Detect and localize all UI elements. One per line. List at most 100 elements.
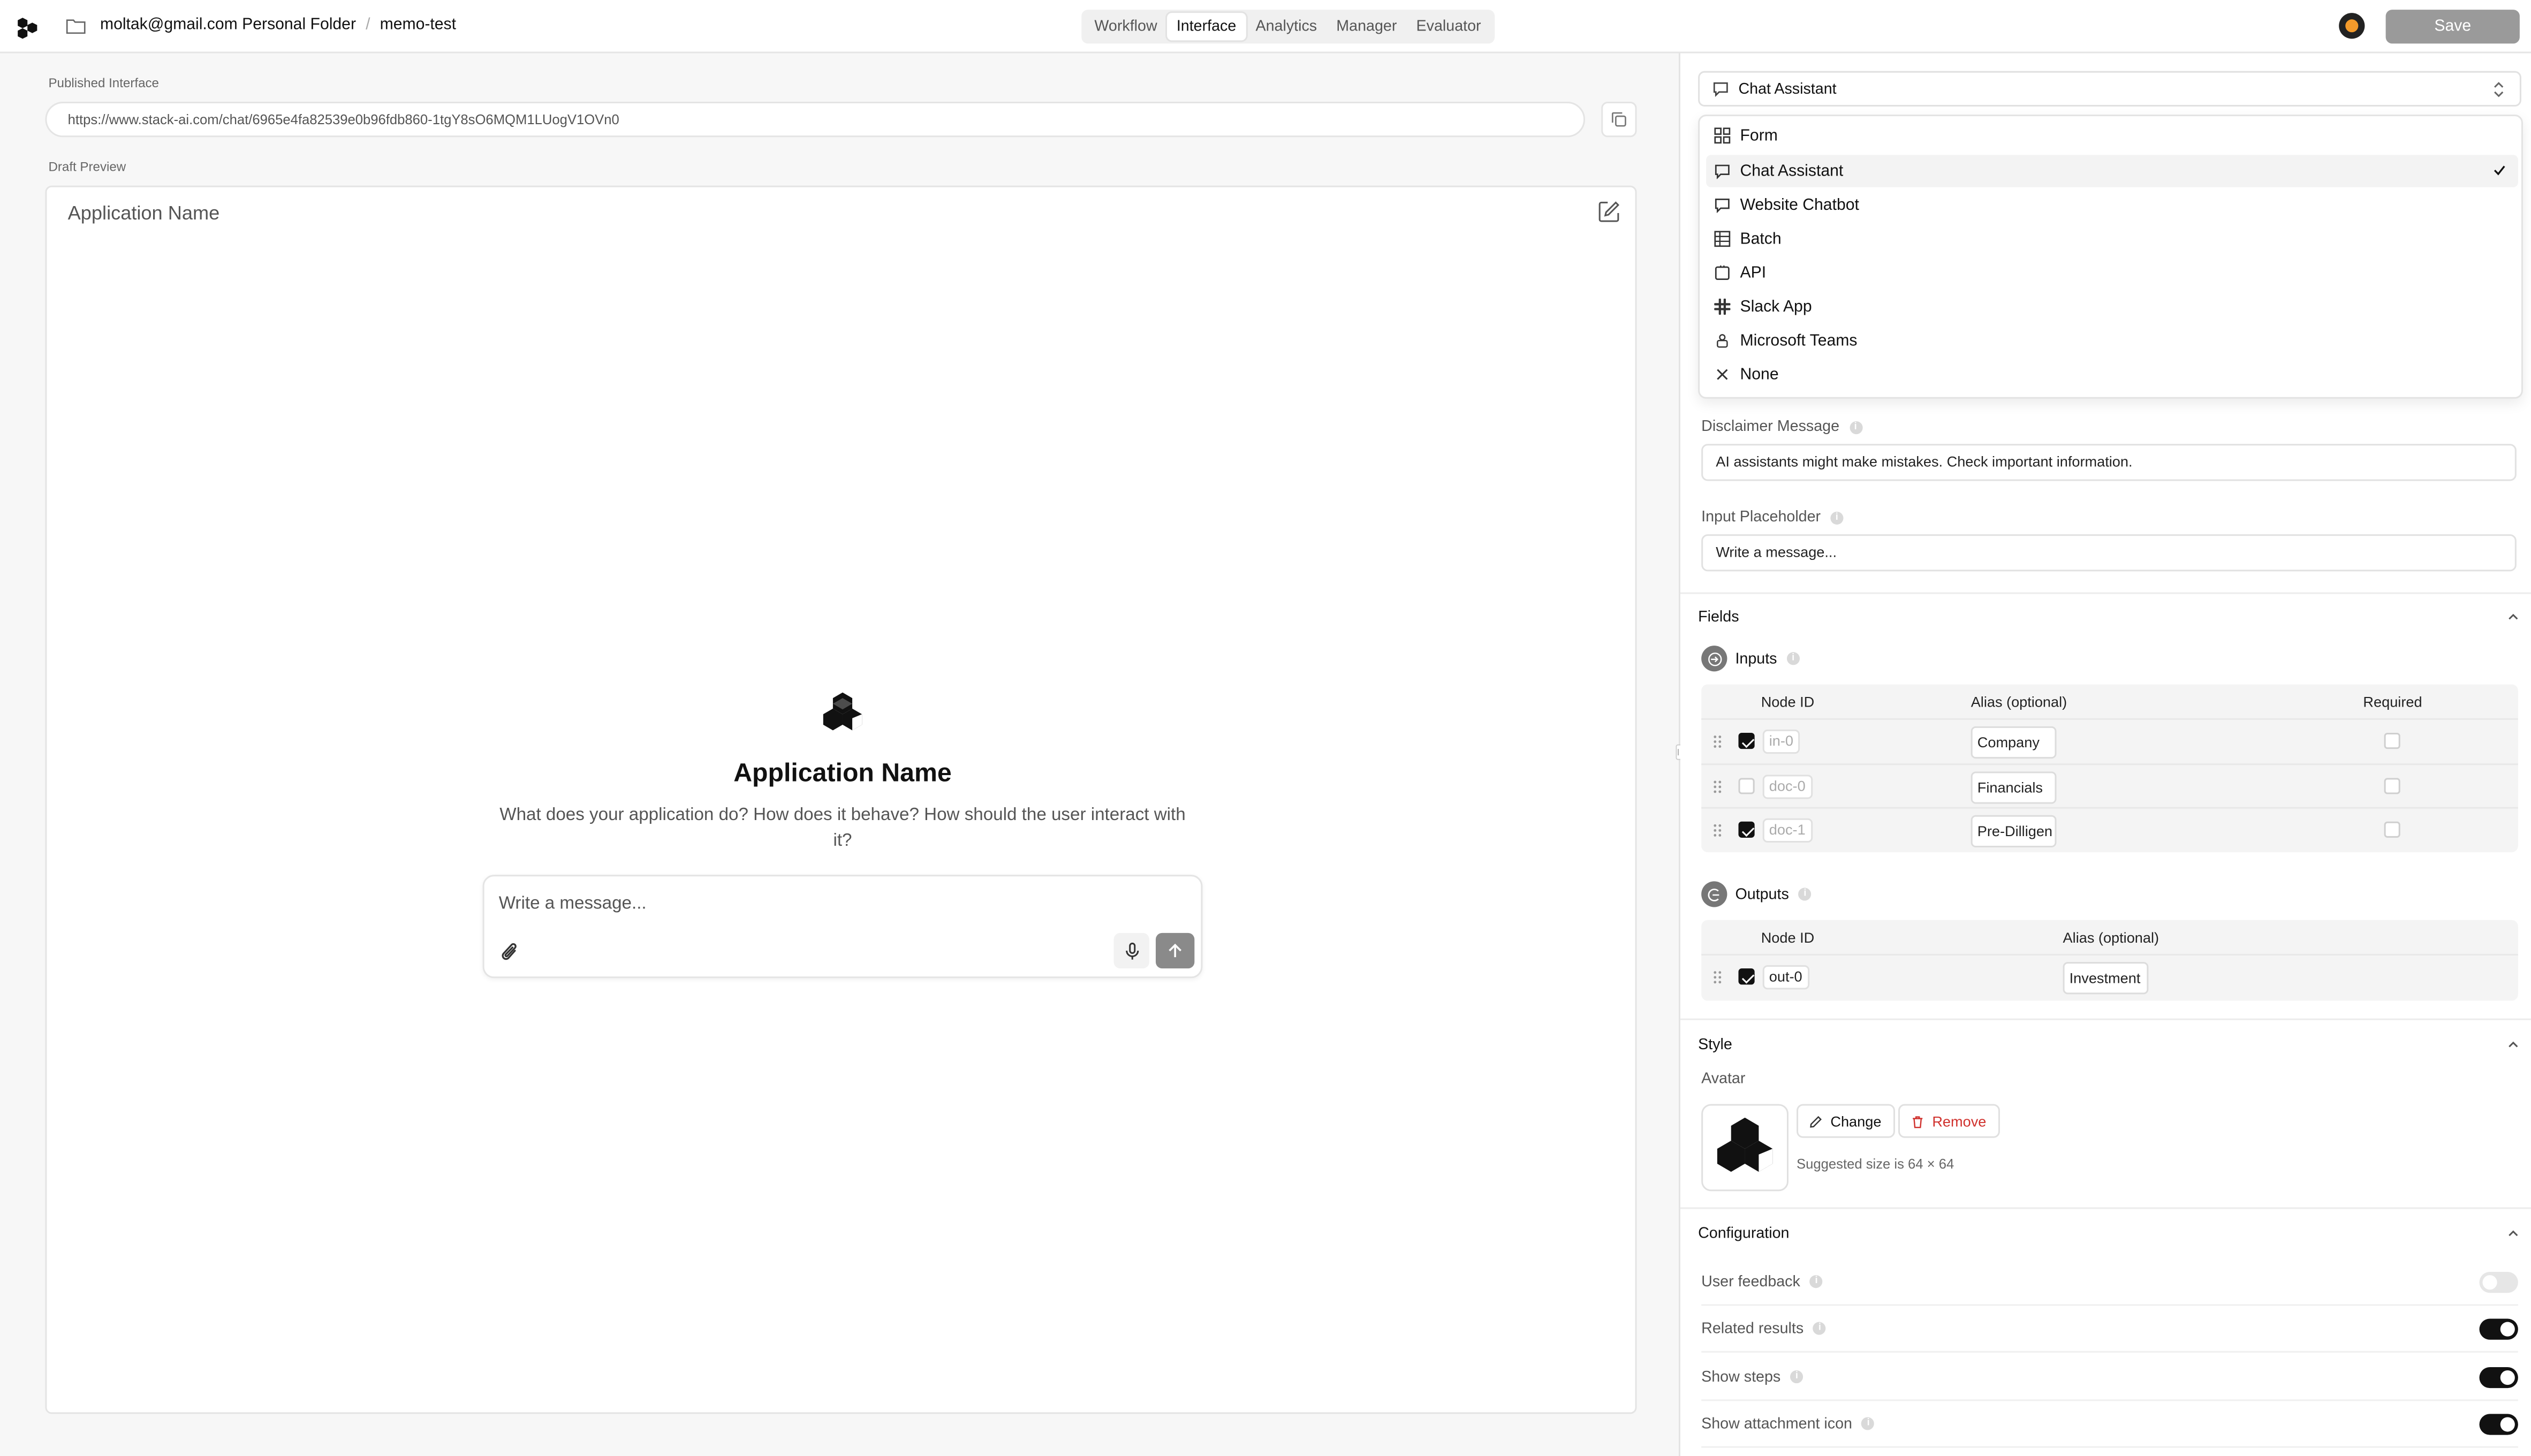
inputs-title-text: Inputs (1735, 649, 1777, 668)
info-icon[interactable]: i (1862, 1417, 1875, 1430)
info-icon[interactable]: i (1809, 1275, 1823, 1288)
menu-item-website-chatbot[interactable]: Website Chatbot (1706, 189, 2518, 221)
drag-handle-icon[interactable] (1712, 734, 1722, 749)
inputs-header-required: Required (2363, 694, 2422, 710)
inputs-header-alias: Alias (optional) (1971, 694, 2067, 710)
menu-item-microsoft-teams[interactable]: Microsoft Teams (1706, 324, 2518, 357)
show-steps-toggle[interactable] (2479, 1367, 2518, 1389)
save-button[interactable]: Save (2385, 10, 2520, 44)
menu-item-form[interactable]: Form (1706, 119, 2518, 151)
app-description: What does your application do? How does … (499, 805, 1186, 851)
required-checkbox[interactable] (2384, 778, 2400, 794)
inputs-table: Node ID Alias (optional) Required in-0 C… (1701, 684, 2518, 853)
menu-item-slack-app[interactable]: Slack App (1706, 291, 2518, 323)
info-icon[interactable]: i (1849, 420, 1862, 434)
menu-item-batch[interactable]: Batch (1706, 223, 2518, 255)
config-label: Show steps (1701, 1368, 1781, 1386)
tab-analytics[interactable]: Analytics (1246, 13, 1327, 40)
configuration-section-title[interactable]: Configuration (1698, 1225, 1789, 1243)
menu-item-api[interactable]: API (1706, 256, 2518, 289)
tab-evaluator[interactable]: Evaluator (1406, 13, 1490, 40)
user-feedback-toggle[interactable] (2479, 1272, 2518, 1293)
suggested-size-hint: Suggested size is 64 × 64 (1797, 1155, 1954, 1172)
drag-handle-icon[interactable] (1712, 779, 1722, 794)
pencil-icon (1810, 1115, 1822, 1127)
config-row-user-feedback: User feedback i (1701, 1259, 2518, 1306)
stack-logo-icon[interactable] (14, 14, 40, 40)
slack-icon (1714, 298, 1731, 315)
alias-input[interactable]: Financials (1971, 771, 2057, 804)
microphone-icon (1125, 942, 1138, 959)
alias-input[interactable]: Pre-Dilligen (1971, 815, 2057, 848)
outputs-header-alias: Alias (optional) (2063, 929, 2159, 946)
user-avatar[interactable] (2339, 13, 2365, 39)
tab-manager[interactable]: Manager (1327, 13, 1406, 40)
copy-url-button[interactable] (1601, 101, 1637, 138)
row-enable-checkbox[interactable] (1738, 821, 1755, 838)
node-id: doc-1 (1762, 818, 1812, 843)
disclaimer-input[interactable]: AI assistants might make mistakes. Check… (1701, 444, 2517, 481)
chevron-up-icon[interactable] (2507, 1228, 2520, 1238)
node-id: out-0 (1762, 965, 1809, 990)
change-label: Change (1830, 1113, 1882, 1129)
required-checkbox[interactable] (2384, 821, 2400, 838)
input-placeholder-label-text: Input Placeholder (1701, 508, 1821, 526)
app-logo-icon (823, 692, 862, 731)
drag-handle-icon[interactable] (1712, 970, 1722, 984)
input-placeholder-field[interactable]: Write a message... (1701, 534, 2517, 572)
info-icon[interactable]: i (1813, 1322, 1827, 1335)
drag-handle-icon[interactable] (1712, 823, 1722, 838)
info-icon[interactable]: i (1830, 511, 1844, 524)
app-name: Application Name (733, 760, 952, 788)
row-enable-checkbox[interactable] (1738, 778, 1755, 794)
menu-item-label: Slack App (1740, 298, 1812, 316)
row-enable-checkbox[interactable] (1738, 968, 1755, 985)
menu-item-chat-assistant[interactable]: Chat Assistant (1706, 155, 2518, 187)
chevron-up-icon[interactable] (2507, 1040, 2520, 1049)
paperclip-icon[interactable] (501, 941, 520, 964)
avatar-label: Avatar (1701, 1070, 1746, 1088)
microphone-button[interactable] (1113, 932, 1149, 969)
info-icon[interactable]: i (1786, 652, 1800, 665)
settings-pane: Chat Assistant Form Chat Assistant Websi… (1680, 53, 2531, 1456)
trash-icon (1913, 1115, 1923, 1127)
chat-icon (1715, 164, 1730, 179)
chat-input-box[interactable]: Write a message... (482, 875, 1203, 979)
breadcrumb-project[interactable]: memo-test (380, 16, 456, 34)
row-enable-checkbox[interactable] (1738, 732, 1755, 749)
x-icon (1717, 369, 1728, 380)
config-row-show-attachment-icon: Show attachment icon i (1701, 1401, 2518, 1448)
send-button[interactable] (1155, 932, 1195, 969)
menu-item-none[interactable]: None (1706, 358, 2518, 390)
remove-avatar-button[interactable]: Remove (1898, 1104, 1999, 1138)
chevron-up-icon[interactable] (2507, 612, 2520, 621)
fields-section-title[interactable]: Fields (1698, 609, 1739, 626)
required-checkbox[interactable] (2384, 732, 2400, 749)
tab-workflow[interactable]: Workflow (1085, 13, 1166, 40)
change-avatar-button[interactable]: Change (1797, 1104, 1895, 1138)
info-icon[interactable]: i (1798, 888, 1812, 901)
chat-input-placeholder[interactable]: Write a message... (499, 894, 647, 913)
breadcrumb: moltak@gmail.com Personal Folder / memo-… (66, 16, 456, 34)
edit-icon[interactable] (1598, 200, 1620, 223)
main-tabs: Workflow Interface Analytics Manager Eva… (1081, 10, 1494, 44)
related-results-toggle[interactable] (2479, 1318, 2518, 1340)
menu-item-label: Website Chatbot (1740, 196, 1859, 214)
interface-type-select[interactable]: Chat Assistant (1698, 71, 2521, 107)
breadcrumb-folder[interactable]: moltak@gmail.com Personal Folder (100, 16, 356, 34)
menu-item-label: None (1740, 365, 1779, 384)
show-attachment-icon-toggle[interactable] (2479, 1414, 2518, 1435)
published-url-field[interactable]: https://www.stack-ai.com/chat/6965e4fa82… (45, 101, 1586, 138)
node-id: in-0 (1762, 729, 1800, 754)
interface-type-value: Chat Assistant (1738, 80, 1837, 98)
tab-interface[interactable]: Interface (1166, 13, 1246, 41)
info-icon[interactable]: i (1790, 1370, 1803, 1384)
top-bar: moltak@gmail.com Personal Folder / memo-… (0, 0, 2531, 54)
section-divider (1680, 592, 2531, 594)
menu-item-label: Batch (1740, 230, 1782, 248)
alias-input[interactable]: Company (1971, 726, 2057, 759)
alias-input[interactable]: Investment (2063, 962, 2149, 995)
config-label: Show attachment icon (1701, 1414, 1853, 1433)
style-section-title[interactable]: Style (1698, 1036, 1732, 1054)
menu-item-label: Chat Assistant (1740, 162, 1844, 180)
